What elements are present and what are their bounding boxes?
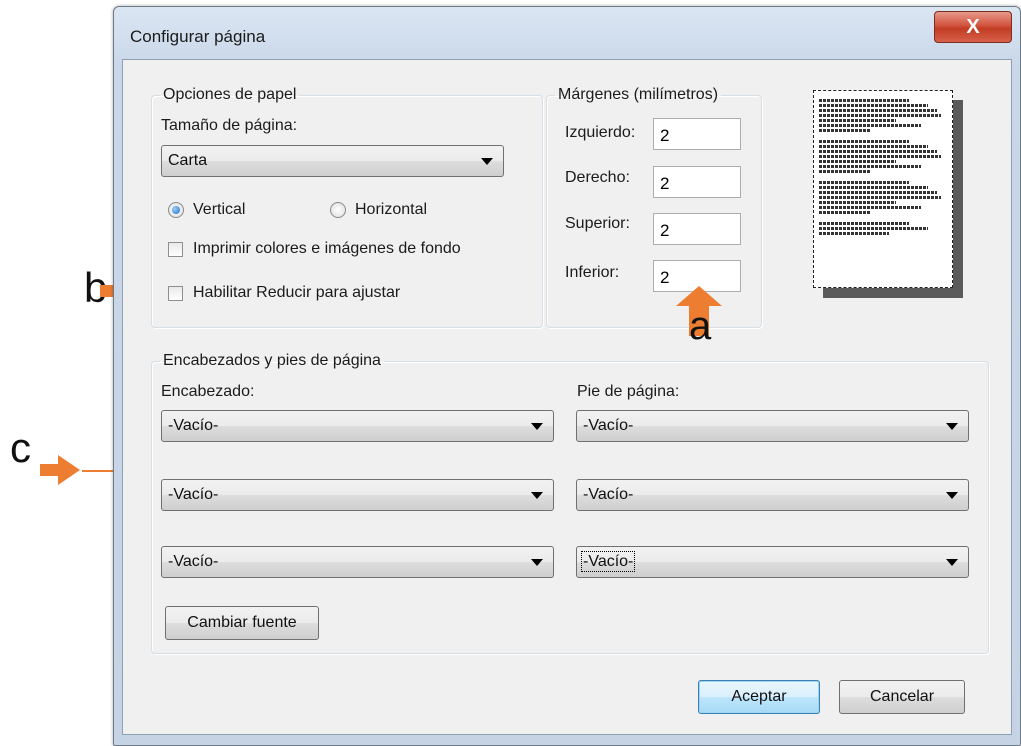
footer-label: Pie de página:	[577, 383, 680, 400]
title-bar: Configurar página X	[114, 7, 1020, 59]
chevron-down-icon	[531, 423, 543, 430]
footer-select-3-value: -Vacío-	[580, 551, 636, 572]
page-setup-dialog: Configurar página X Opciones de papel Ta…	[113, 6, 1021, 746]
margin-right-label: Derecho:	[565, 169, 630, 186]
page-size-value: Carta	[168, 152, 208, 169]
header-select-3-value: -Vacío-	[168, 553, 219, 570]
change-font-button[interactable]: Cambiar fuente	[165, 606, 319, 640]
footer-select-2[interactable]: -Vacío-	[576, 479, 969, 511]
shrink-to-fit-label[interactable]: Habilitar Reducir para ajustar	[193, 284, 400, 302]
header-select-1[interactable]: -Vacío-	[161, 410, 554, 442]
page-preview	[813, 90, 965, 300]
margin-bottom-label: Inferior:	[565, 264, 620, 281]
footer-select-1[interactable]: -Vacío-	[576, 410, 969, 442]
paper-options-legend: Opciones de papel	[163, 86, 297, 103]
margin-left-input[interactable]: 2	[653, 118, 741, 150]
footer-select-3[interactable]: -Vacío-	[576, 546, 969, 578]
header-select-3[interactable]: -Vacío-	[161, 546, 554, 578]
orientation-vertical-label[interactable]: Vertical	[193, 201, 245, 219]
chevron-down-icon	[531, 492, 543, 499]
ok-button[interactable]: Aceptar	[698, 680, 820, 714]
margin-left-label: Izquierdo:	[565, 124, 636, 141]
print-background-checkbox[interactable]	[168, 242, 183, 257]
orientation-vertical-radio[interactable]	[168, 202, 184, 218]
close-button[interactable]: X	[934, 11, 1012, 43]
page-size-select[interactable]: Carta	[161, 145, 504, 177]
page-size-label: Tamaño de página:	[161, 117, 298, 134]
chevron-down-icon	[946, 423, 958, 430]
header-label: Encabezado:	[161, 383, 255, 400]
orientation-horizontal-label[interactable]: Horizontal	[355, 201, 427, 219]
annotation-c-arrow	[40, 455, 80, 485]
margins-legend: Márgenes (milímetros)	[558, 86, 719, 103]
annotation-a-label: a	[689, 304, 712, 348]
margin-right-input[interactable]: 2	[653, 166, 741, 198]
annotation-c-label: c	[10, 424, 31, 471]
margin-top-label: Superior:	[565, 215, 630, 232]
shrink-to-fit-checkbox[interactable]	[168, 286, 183, 301]
chevron-down-icon	[946, 559, 958, 566]
orientation-horizontal-radio[interactable]	[330, 202, 346, 218]
footer-select-1-value: -Vacío-	[583, 417, 634, 434]
dialog-body: Opciones de papel Tamaño de página: Cart…	[122, 59, 1012, 735]
chevron-down-icon	[481, 158, 493, 165]
header-select-2-value: -Vacío-	[168, 486, 219, 503]
close-icon: X	[966, 15, 980, 38]
cancel-button[interactable]: Cancelar	[839, 680, 965, 714]
print-background-label[interactable]: Imprimir colores e imágenes de fondo	[193, 240, 461, 258]
chevron-down-icon	[531, 559, 543, 566]
chevron-down-icon	[946, 492, 958, 499]
headers-footers-legend: Encabezados y pies de página	[163, 352, 381, 369]
header-select-2[interactable]: -Vacío-	[161, 479, 554, 511]
dialog-title: Configurar página	[130, 27, 266, 46]
header-select-1-value: -Vacío-	[168, 417, 219, 434]
margin-top-input[interactable]: 2	[653, 213, 741, 245]
footer-select-2-value: -Vacío-	[583, 486, 634, 503]
